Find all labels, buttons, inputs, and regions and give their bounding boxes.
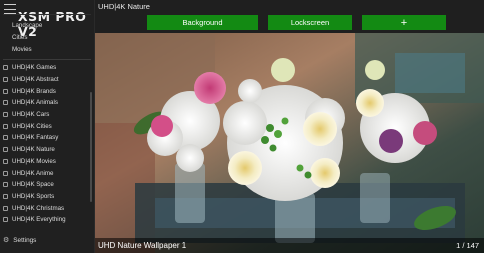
sidebar-item-sports[interactable]: UHD|4K Sports: [0, 191, 95, 203]
sidebar-item-fantasy[interactable]: UHD|4K Fantasy: [0, 132, 95, 144]
sidebar-item-label: UHD|4K Cities: [12, 122, 52, 130]
sidebar-item-label: UHD|4K Brands: [12, 87, 56, 95]
sidebar-item-anime[interactable]: UHD|4K Anime: [0, 167, 95, 179]
sidebar-item-label: UHD|4K Games: [12, 64, 57, 72]
sidebar-item-label: UHD|4K Movies: [12, 157, 56, 165]
add-button[interactable]: +: [362, 15, 446, 30]
category-icon: [3, 100, 8, 106]
category-icon: [3, 147, 8, 153]
sidebar-item-label: UHD|4K Nature: [12, 146, 55, 154]
sidebar-item-label: UHD|4K Cars: [12, 111, 50, 119]
sidebar-item-animals[interactable]: UHD|4K Animals: [0, 97, 95, 109]
sidebar-item-label: Movies: [12, 45, 32, 53]
sidebar-item-everything[interactable]: UHD|4K Everything: [0, 214, 95, 226]
category-icon: [3, 193, 8, 199]
sidebar-item-christmas[interactable]: UHD|4K Christmas: [0, 202, 95, 214]
sidebar-item-label: UHD|4K Christmas: [12, 204, 65, 212]
sidebar-scrollbar[interactable]: [90, 92, 92, 202]
category-icon: [3, 88, 8, 94]
category-icon: [3, 135, 8, 141]
settings-button[interactable]: ⚙ Settings: [0, 236, 37, 245]
sidebar-item-cities-4k[interactable]: UHD|4K Cities: [0, 120, 95, 132]
sidebar-item-label: UHD|4K Anime: [12, 169, 54, 177]
settings-label: Settings: [13, 236, 37, 244]
blank-icon: [3, 35, 8, 40]
sidebar-item-label: Cities: [12, 34, 28, 42]
category-icon: [3, 77, 8, 83]
category-icon: [3, 112, 8, 118]
category-icon: [3, 65, 8, 71]
wallpaper-image: [95, 33, 484, 253]
sidebar-item-cars[interactable]: UHD|4K Cars: [0, 109, 95, 121]
sidebar-item-label: UHD|4K Animals: [12, 99, 58, 107]
main-content: UHD|4K Nature Background Lockscreen + UH…: [95, 0, 484, 253]
sidebar: XSM PRO V2 Landscape Cities Movies UHD|4…: [0, 0, 95, 253]
sidebar-item-space[interactable]: UHD|4K Space: [0, 179, 95, 191]
category-icon: [3, 158, 8, 164]
action-bar: Background Lockscreen +: [147, 15, 446, 30]
set-background-button[interactable]: Background: [147, 15, 258, 30]
sidebar-item-label: UHD|4K Space: [12, 181, 54, 189]
blank-icon: [3, 23, 8, 28]
sidebar-item-movies[interactable]: Movies: [0, 43, 95, 55]
category-icon: [3, 123, 8, 129]
blank-icon: [3, 47, 8, 52]
uhd-nav: UHD|4K Games UHD|4K Abstract UHD|4K Bran…: [0, 62, 95, 226]
sidebar-item-label: UHD|4K Abstract: [12, 76, 59, 84]
image-counter: 1 / 147: [456, 241, 479, 250]
caption-bar: UHD Nature Wallpaper 1 1 / 147: [95, 238, 484, 253]
divider: [3, 59, 91, 61]
wallpaper-caption: UHD Nature Wallpaper 1: [98, 241, 187, 250]
sidebar-item-label: UHD|4K Everything: [12, 216, 66, 224]
sidebar-item-label: Landscape: [12, 22, 43, 30]
sidebar-item-label: UHD|4K Sports: [12, 192, 55, 200]
sidebar-item-brands[interactable]: UHD|4K Brands: [0, 85, 95, 97]
category-icon: [3, 205, 8, 211]
wallpaper-viewer[interactable]: UHD Nature Wallpaper 1 1 / 147: [95, 33, 484, 253]
page-title: UHD|4K Nature: [98, 2, 150, 11]
sidebar-item-games[interactable]: UHD|4K Games: [0, 62, 95, 74]
category-icon: [3, 182, 8, 188]
sidebar-item-landscape[interactable]: Landscape: [0, 20, 95, 32]
gear-icon: ⚙: [3, 237, 10, 244]
set-lockscreen-button[interactable]: Lockscreen: [268, 15, 352, 30]
category-icon: [3, 170, 8, 176]
sidebar-item-label: UHD|4K Fantasy: [12, 134, 59, 142]
sidebar-item-cities[interactable]: Cities: [0, 32, 95, 44]
category-icon: [3, 217, 8, 223]
sidebar-item-movies-4k[interactable]: UHD|4K Movies: [0, 156, 95, 168]
sidebar-item-nature[interactable]: UHD|4K Nature: [0, 144, 95, 156]
hamburger-menu-icon[interactable]: [4, 4, 16, 14]
top-nav: Landscape Cities Movies: [0, 20, 95, 64]
sidebar-item-abstract[interactable]: UHD|4K Abstract: [0, 74, 95, 86]
divider: [3, 14, 91, 15]
